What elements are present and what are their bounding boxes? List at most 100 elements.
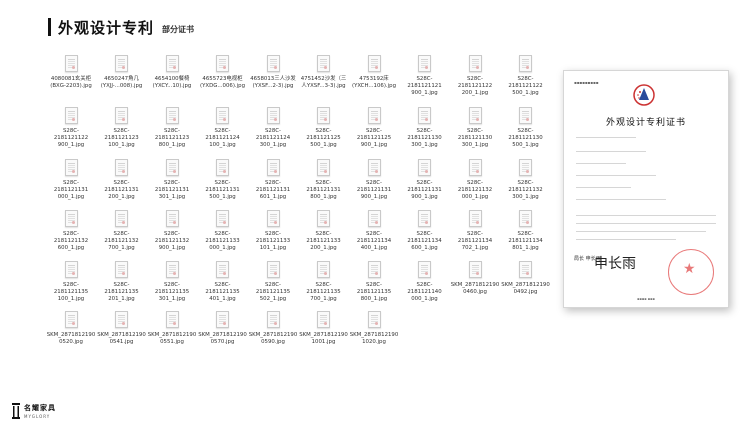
file-item[interactable]: S28C-2181121122 200_1.jpg (450, 55, 500, 97)
file-item[interactable]: S28C-2181121135 700_1.jpg (299, 261, 349, 303)
file-name: 4650247角几 (YXJJ-...008).jpg (100, 76, 143, 89)
file-item[interactable]: S28C-2181121134 400_1.jpg (349, 210, 399, 252)
file-item[interactable]: SKM_2871812190 1001.jpg (299, 311, 349, 346)
file-item[interactable]: SKM_2871812190 1020.jpg (349, 311, 399, 346)
file-name: S28C-2181121135 502_1.jpg (255, 282, 291, 302)
file-item[interactable]: S28C-2181121133 000_1.jpg (198, 210, 248, 252)
file-thumbnail-icon (519, 159, 532, 176)
file-item[interactable]: S28C-2181121125 500_1.jpg (299, 107, 349, 149)
file-item[interactable]: S28C-2181121135 100_1.jpg (46, 261, 96, 303)
file-item[interactable]: SKM_2871812190 0460.jpg (450, 261, 500, 296)
file-item[interactable]: S28C-2181121133 101_1.jpg (248, 210, 298, 252)
file-item[interactable]: S28C-2181121131 900_1.jpg (400, 159, 450, 201)
file-item[interactable]: S28C-2181121140 000_1.jpg (400, 261, 450, 303)
file-thumbnail-icon (367, 159, 381, 176)
file-thumbnail-icon (317, 55, 330, 72)
file-item[interactable]: S28C-2181121131 800_1.jpg (299, 159, 349, 201)
file-item[interactable]: SKM_2871812190 0551.jpg (147, 311, 197, 346)
file-thumbnail-icon (165, 159, 179, 176)
file-name: S28C-2181121132 900_1.jpg (154, 231, 190, 251)
certificate-text-line (576, 215, 716, 216)
file-item[interactable]: S28C-2181121132 900_1.jpg (147, 210, 197, 252)
file-item[interactable]: S28C-2181121123 100_1.jpg (97, 107, 147, 149)
file-thumbnail-icon (317, 210, 330, 227)
page-subtitle: 部分证书 (162, 24, 195, 34)
file-name: S28C-2181121130 500_1.jpg (508, 128, 543, 148)
file-item[interactable]: S28C-2181121135 800_1.jpg (349, 261, 399, 303)
file-item[interactable]: S28C-2181121122 900_1.jpg (46, 107, 96, 149)
file-item[interactable]: SKM_2871812190 0570.jpg (198, 311, 248, 346)
file-item[interactable]: 4080081玄关柜 (BXG-2203).jpg (46, 55, 96, 90)
file-item[interactable]: S28C-2181121131 000_1.jpg (46, 159, 96, 201)
file-thumbnail-icon (468, 210, 482, 227)
file-item[interactable]: S28C-2181121131 200_1.jpg (97, 159, 147, 201)
file-item[interactable]: S28C-2181121124 300_1.jpg (248, 107, 298, 149)
brand-logo: 名耀家具 MYGLORY (12, 403, 56, 419)
file-thumbnail-icon (115, 210, 128, 227)
certificate-text-line (576, 187, 631, 188)
file-thumbnail-icon (367, 261, 381, 278)
file-item[interactable]: S28C-2181121135 401_1.jpg (198, 261, 248, 303)
file-item[interactable]: S28C-2181121132 700_1.jpg (97, 210, 147, 252)
file-item[interactable]: S28C-2181121134 702_1.jpg (450, 210, 500, 252)
certificate-text-line (576, 151, 646, 152)
file-name: S28C-2181121123 100_1.jpg (104, 128, 139, 148)
file-name: SKM_2871812190 0520.jpg (46, 332, 96, 345)
file-name: S28C-2181121130 300_1.jpg (457, 128, 493, 148)
file-thumbnail-icon (165, 107, 179, 124)
file-name: S28C-2181121123 800_1.jpg (154, 128, 190, 148)
file-item[interactable]: SKM_2871812190 0520.jpg (46, 311, 96, 346)
file-thumbnail-icon (266, 55, 280, 72)
file-item[interactable]: S28C-2181121135 201_1.jpg (97, 261, 147, 303)
file-name: S28C-2181121133 000_1.jpg (205, 231, 240, 251)
file-name: S28C-2181121125 500_1.jpg (306, 128, 341, 148)
certificate-text-line (576, 199, 666, 200)
file-item[interactable]: SKM_2871812190 0590.jpg (248, 311, 298, 346)
certificate-text-line (576, 231, 706, 232)
file-item[interactable]: S28C-2181121132 000_1.jpg (450, 159, 500, 201)
file-item[interactable]: S28C-2181121130 500_1.jpg (501, 107, 551, 149)
file-thumbnail-icon (519, 210, 532, 227)
file-item[interactable]: 4655723电视柜 (YXDG...006).jpg (198, 55, 248, 90)
file-item[interactable]: S28C-2181121135 301_1.jpg (147, 261, 197, 303)
file-item[interactable]: S28C-2181121131 900_1.jpg (349, 159, 399, 201)
file-item[interactable]: SKM_2871812190 0492.jpg (501, 261, 551, 296)
file-item[interactable]: S28C-2181121124 100_1.jpg (198, 107, 248, 149)
file-item[interactable]: S28C-2181121135 502_1.jpg (248, 261, 298, 303)
file-item[interactable]: S28C-2181121132 600_1.jpg (46, 210, 96, 252)
file-thumbnail-icon (468, 55, 482, 72)
file-item[interactable]: S28C-2181121131 301_1.jpg (147, 159, 197, 201)
file-item[interactable]: S28C-2181121130 300_1.jpg (450, 107, 500, 149)
certificate-footer: ▪▪▪▪ ▪▪▪ (637, 297, 655, 301)
file-item[interactable]: S28C-2181121134 801_1.jpg (501, 210, 551, 252)
file-thumbnail-icon (418, 261, 431, 278)
patent-office-emblem-icon (633, 84, 655, 106)
file-item[interactable]: SKM_2871812190 0541.jpg (97, 311, 147, 346)
file-name: S28C-2181121130 300_1.jpg (407, 128, 442, 148)
file-name: S28C-2181121135 100_1.jpg (53, 282, 89, 302)
file-item[interactable]: S28C-2181121125 900_1.jpg (349, 107, 399, 149)
file-item[interactable]: S28C-2181121130 300_1.jpg (400, 107, 450, 149)
file-name: S28C-2181121134 400_1.jpg (356, 231, 392, 251)
file-item[interactable]: 4658013三人沙发 (YXSF...2-3).jpg (248, 55, 298, 90)
file-item[interactable]: S28C-2181121134 600_1.jpg (400, 210, 450, 252)
file-thumbnail-icon (468, 107, 482, 124)
file-name: S28C-2181121140 000_1.jpg (407, 282, 442, 302)
file-item[interactable]: 4753192床 (YXCH...106).jpg (349, 55, 399, 90)
file-item[interactable]: 4751452沙发（三 人YXSF...3-3).jpg (299, 55, 349, 90)
file-item[interactable]: 4650247角几 (YXJJ-...008).jpg (97, 55, 147, 90)
file-item[interactable]: S28C-2181121131 500_1.jpg (198, 159, 248, 201)
file-item[interactable]: S28C-2181121133 200_1.jpg (299, 210, 349, 252)
file-thumbnail-icon (266, 311, 280, 328)
file-item[interactable]: S28C-2181121121 900_1.jpg (400, 55, 450, 97)
file-name: S28C-2181121132 700_1.jpg (104, 231, 139, 251)
file-item[interactable]: S28C-2181121131 601_1.jpg (248, 159, 298, 201)
file-item[interactable]: 4654100餐椅 (YXCY...10).jpg (147, 55, 197, 90)
file-thumbnail-icon (266, 261, 280, 278)
file-item[interactable]: S28C-2181121122 500_1.jpg (501, 55, 551, 97)
file-item[interactable]: S28C-2181121123 800_1.jpg (147, 107, 197, 149)
file-item[interactable]: S28C-2181121132 300_1.jpg (501, 159, 551, 201)
file-name: S28C-2181121131 000_1.jpg (53, 180, 89, 200)
file-thumbnail-icon (468, 159, 482, 176)
file-thumbnail-icon (216, 159, 229, 176)
